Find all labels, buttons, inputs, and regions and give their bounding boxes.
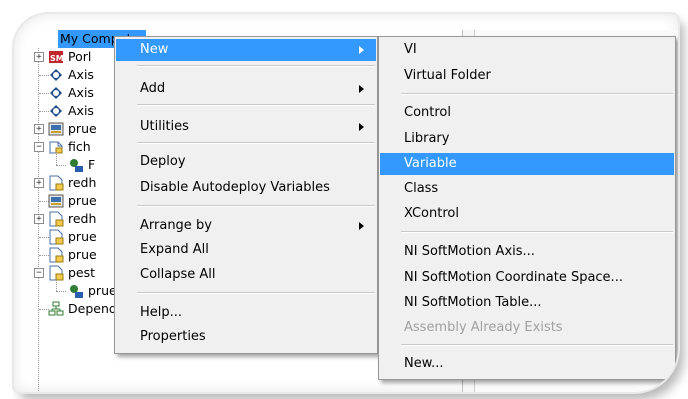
expand-icon[interactable]: + xyxy=(34,124,44,134)
menu-item-new[interactable]: New xyxy=(116,39,376,61)
tree-item-label: prue xyxy=(68,193,97,208)
menu-item-label: NI SoftMotion Coordinate Space... xyxy=(404,270,623,285)
menu-item-label: Add xyxy=(140,81,166,96)
menu-item-label: New... xyxy=(404,356,444,371)
menu-item-label: Class xyxy=(404,181,439,196)
submenu-item-vi[interactable]: VI xyxy=(380,39,674,61)
menu-item-label: Collapse All xyxy=(140,267,216,282)
variable-icon xyxy=(70,159,83,172)
library-icon xyxy=(49,229,64,245)
menu-item-help[interactable]: Help... xyxy=(116,302,376,324)
menu-item-label: Expand All xyxy=(140,242,209,257)
menu-separator xyxy=(137,65,375,67)
tree-item-label: F xyxy=(88,157,96,172)
submenu-item-variable[interactable]: Variable xyxy=(380,153,674,175)
expand-icon[interactable]: + xyxy=(34,52,44,62)
new-submenu: VI Virtual Folder Control Library Variab… xyxy=(378,36,676,380)
menu-item-label: Properties xyxy=(140,329,206,344)
tree-connector xyxy=(56,152,57,165)
axis-icon xyxy=(50,105,62,117)
submenu-item-library[interactable]: Library xyxy=(380,128,674,150)
menu-item-utilities[interactable]: Utilities xyxy=(116,116,376,138)
menu-separator xyxy=(401,231,673,233)
menu-item-arrange-by[interactable]: Arrange by xyxy=(116,215,376,237)
tree-item-label: redh xyxy=(68,211,97,226)
tree-item-label: pruе xyxy=(68,121,97,136)
context-menu: New Add Utilities Deploy Disable Autodep… xyxy=(114,36,378,354)
softmotion-icon: SM xyxy=(49,51,64,63)
tree-item-label: Axis xyxy=(68,85,94,100)
submenu-item-new-dialog[interactable]: New... xyxy=(380,353,674,375)
menu-separator xyxy=(401,93,673,95)
vi-icon xyxy=(48,194,64,208)
menu-item-label: XControl xyxy=(404,206,459,221)
tree-item-label: Axis xyxy=(68,103,94,118)
menu-item-disable-autodeploy[interactable]: Disable Autodeploy Variables xyxy=(116,177,376,199)
menu-item-label: Help... xyxy=(140,305,183,320)
menu-item-label: Arrange by xyxy=(140,218,212,233)
tree-connector xyxy=(56,278,57,291)
submenu-item-virtual-folder[interactable]: Virtual Folder xyxy=(380,65,674,87)
tree-item-label: prue xyxy=(68,247,97,262)
vi-icon xyxy=(48,122,64,136)
expand-icon[interactable]: + xyxy=(34,178,44,188)
submenu-item-softmotion-table[interactable]: NI SoftMotion Table... xyxy=(380,292,674,314)
menu-item-label: NI SoftMotion Axis... xyxy=(404,244,535,259)
menu-item-label: Variable xyxy=(404,156,457,171)
submenu-item-control[interactable]: Control xyxy=(380,102,674,124)
menu-item-collapse-all[interactable]: Collapse All xyxy=(116,264,376,286)
collapse-icon[interactable]: − xyxy=(34,142,44,152)
menu-separator xyxy=(137,104,375,106)
menu-item-label: Utilities xyxy=(140,119,189,134)
submenu-item-class[interactable]: Class xyxy=(380,178,674,200)
library-icon xyxy=(49,211,64,227)
submenu-item-xcontrol[interactable]: XControl xyxy=(380,203,674,225)
tree-item-label: redh xyxy=(68,175,97,190)
menu-item-label: NI SoftMotion Table... xyxy=(404,295,542,310)
menu-separator xyxy=(137,142,375,144)
menu-item-label: Assembly Already Exists xyxy=(404,320,563,335)
tree-item-label: prue xyxy=(68,229,97,244)
submenu-item-softmotion-axis[interactable]: NI SoftMotion Axis... xyxy=(380,241,674,263)
menu-separator xyxy=(137,205,375,207)
menu-item-label: Deploy xyxy=(140,154,186,169)
menu-item-label: Library xyxy=(404,131,450,146)
svg-text:SM: SM xyxy=(50,54,64,63)
menu-item-label: Virtual Folder xyxy=(404,68,491,83)
menu-separator xyxy=(137,292,375,294)
submenu-arrow-icon xyxy=(359,222,364,230)
menu-item-properties[interactable]: Properties xyxy=(116,326,376,348)
submenu-item-assembly-exists: Assembly Already Exists xyxy=(380,317,674,339)
submenu-arrow-icon xyxy=(359,85,364,93)
submenu-item-softmotion-coordinate-space[interactable]: NI SoftMotion Coordinate Space... xyxy=(380,267,674,289)
screenshot-frame: My Computer + SM Porl Axis Axis Axis + p… xyxy=(14,14,678,392)
expand-icon[interactable]: + xyxy=(34,214,44,224)
submenu-arrow-icon xyxy=(359,46,364,54)
axis-icon xyxy=(50,87,62,99)
submenu-arrow-icon xyxy=(359,123,364,131)
tree-item-label: fich xyxy=(68,139,91,154)
menu-item-expand-all[interactable]: Expand All xyxy=(116,239,376,261)
tree-connector xyxy=(56,165,66,166)
menu-item-label: New xyxy=(140,42,169,57)
tree-item-label: pest xyxy=(68,265,96,280)
menu-item-label: Disable Autodeploy Variables xyxy=(140,180,330,195)
menu-item-deploy[interactable]: Deploy xyxy=(116,151,376,173)
tree-item-label: Porl xyxy=(68,49,92,64)
dependencies-icon xyxy=(48,301,64,316)
library-icon xyxy=(49,247,64,263)
axis-icon xyxy=(50,69,62,81)
menu-separator xyxy=(401,344,673,346)
menu-item-label: Control xyxy=(404,105,451,120)
tree-item-label: Axis xyxy=(68,67,94,82)
variable-icon xyxy=(70,285,83,298)
menu-item-label: VI xyxy=(404,42,417,57)
tree-connector xyxy=(56,291,66,292)
menu-item-add[interactable]: Add xyxy=(116,78,376,100)
library-icon xyxy=(49,175,64,191)
collapse-icon[interactable]: − xyxy=(34,268,44,278)
